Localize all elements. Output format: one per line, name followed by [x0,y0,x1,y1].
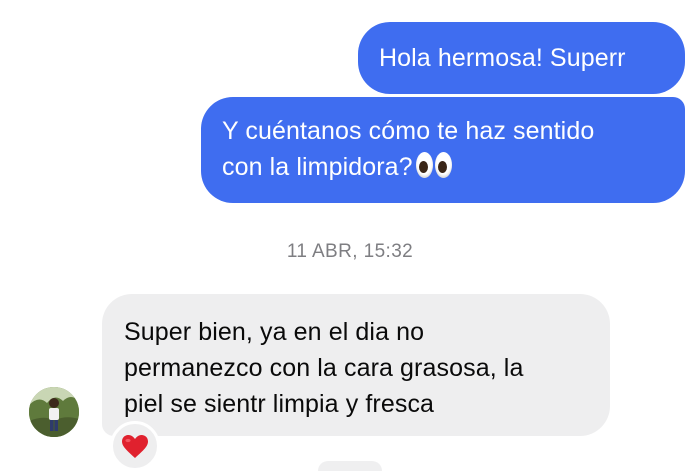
message-text-line: permanezco con la cara grasosa, la [124,354,524,382]
heart-icon [122,434,148,458]
next-message-edge [318,461,382,471]
message-text: Hola hermosa! Superr [379,44,626,72]
message-reaction[interactable] [110,421,160,471]
avatar[interactable] [29,387,79,437]
incoming-message-bubble[interactable]: Super bien, ya en el dia no permanezco c… [102,294,610,436]
outgoing-message-bubble[interactable]: Y cuéntanos cómo te haz sentido con la l… [201,97,685,203]
eye-shape [434,152,452,178]
message-text-line: con la limpidora? [222,149,665,185]
eye-shape [415,152,433,178]
message-text-line: piel se sientr limpia y fresca [124,390,435,418]
chat-thread: Hola hermosa! Superr Y cuéntanos cómo te… [0,0,700,471]
avatar-photo-icon [29,387,79,437]
message-text-fragment: con la limpidora? [222,153,413,181]
message-text-line: Y cuéntanos cómo te haz sentido [222,117,595,145]
message-text-line: Super bien, ya en el dia no [124,318,425,346]
message-timestamp: 11 ABR, 15:32 [286,241,414,262]
outgoing-message-bubble[interactable]: Hola hermosa! Superr [358,22,685,94]
eyes-icon [415,152,453,178]
